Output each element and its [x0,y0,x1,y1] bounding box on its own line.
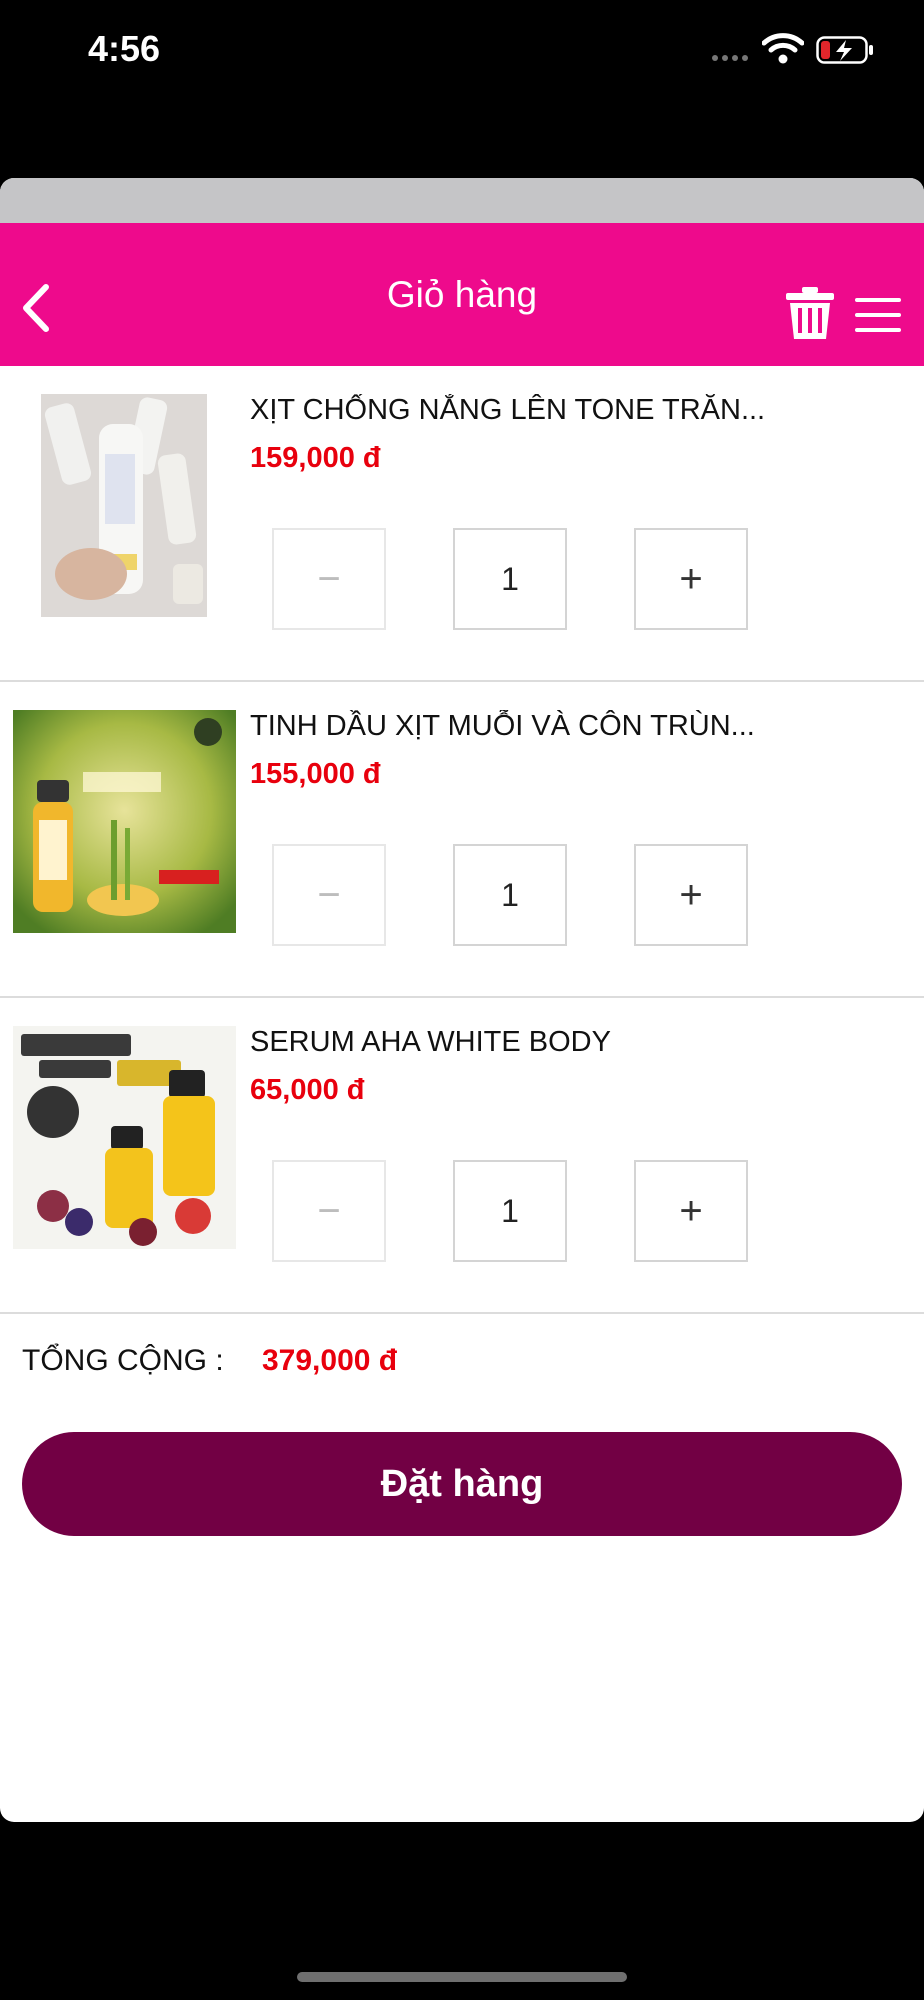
product-price: 65,000 đ [250,1074,365,1106]
product-price: 155,000 đ [250,758,381,790]
hamburger-menu-icon[interactable] [854,297,902,333]
order-button[interactable]: Đặt hàng [22,1432,902,1536]
product-name[interactable]: SERUM AHA WHITE BODY [250,1026,880,1059]
status-time: 4:56 [88,28,161,69]
wifi-icon [762,33,804,64]
total-label: TỔNG CỘNG : [22,1344,224,1377]
quantity-field[interactable]: 1 [453,844,567,946]
cart-item: TINH DẦU XỊT MUỖI VÀ CÔN TRÙN... 155,000… [0,682,924,998]
trash-icon[interactable] [784,285,836,341]
product-image[interactable] [13,710,236,933]
cart-item: SERUM AHA WHITE BODY 65,000 đ − 1 + [0,998,924,1314]
cart-item: XỊT CHỐNG NẮNG LÊN TONE TRĂN... 159,000 … [0,366,924,682]
cart-list: XỊT CHỐNG NẮNG LÊN TONE TRĂN... 159,000 … [0,366,924,1314]
product-name[interactable]: XỊT CHỐNG NẮNG LÊN TONE TRĂN... [250,394,880,427]
nav-bar: Giỏ hàng [0,223,924,366]
chevron-left-icon[interactable] [14,279,58,337]
product-image[interactable] [13,1026,236,1249]
cart-sheet: Giỏ hàng XỊT CHỐNG NẮNG LÊN TONE TRĂN...… [0,178,924,1822]
decrease-quantity-button[interactable]: − [272,1160,386,1262]
product-price: 159,000 đ [250,442,381,474]
sheet-handle-area [0,178,924,223]
cellular-signal-icon [712,55,756,61]
quantity-field[interactable]: 1 [453,1160,567,1262]
decrease-quantity-button[interactable]: − [272,844,386,946]
total-value: 379,000 đ [262,1344,398,1377]
increase-quantity-button[interactable]: + [634,1160,748,1262]
product-image[interactable] [13,394,236,617]
home-indicator[interactable] [297,1972,627,1982]
quantity-field[interactable]: 1 [453,528,567,630]
battery-charging-icon [816,36,873,64]
decrease-quantity-button[interactable]: − [272,528,386,630]
status-bar: 4:56 [0,0,924,100]
increase-quantity-button[interactable]: + [634,528,748,630]
increase-quantity-button[interactable]: + [634,844,748,946]
page-title: Giỏ hàng [386,274,538,315]
product-name[interactable]: TINH DẦU XỊT MUỖI VÀ CÔN TRÙN... [250,710,880,743]
